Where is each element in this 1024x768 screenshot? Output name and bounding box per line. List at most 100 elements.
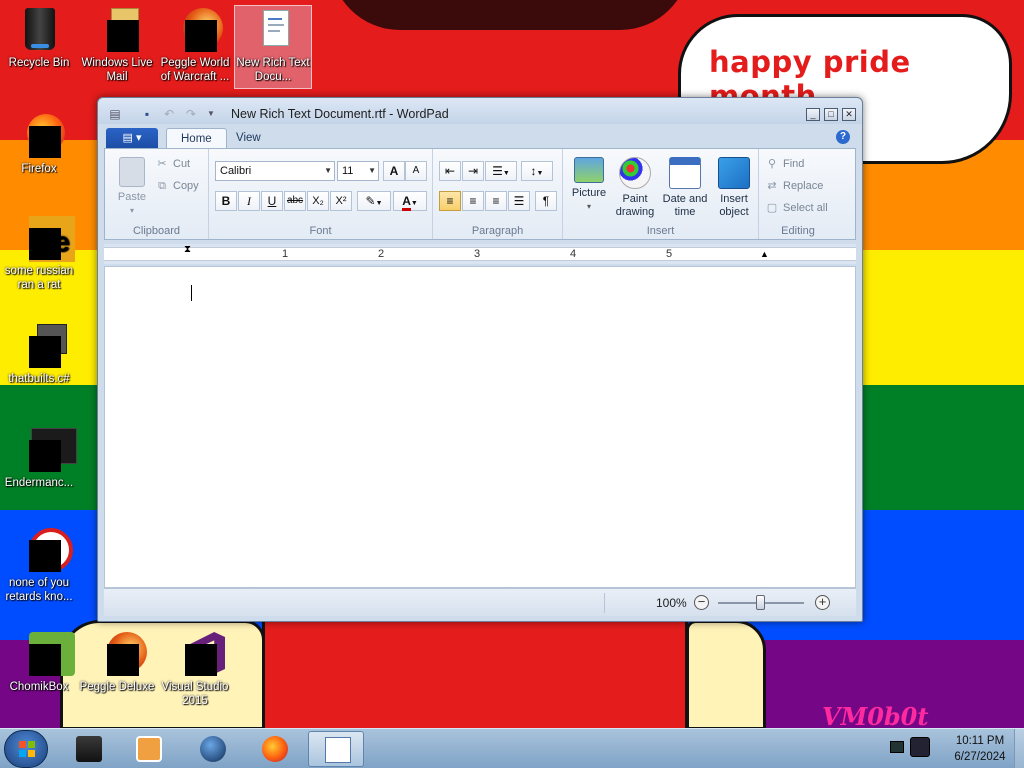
desktop-icon-chomikbox[interactable]: ChomikBox	[0, 630, 78, 694]
paragraph-settings-button[interactable]: ¶	[535, 191, 557, 211]
desktop-icon-label: Endermanc...	[4, 477, 74, 489]
wordpad-app-icon[interactable]: ▤	[108, 107, 122, 121]
font-family-select[interactable]: Calibri ▼	[215, 161, 335, 181]
cut-button[interactable]: ✂ Cut	[155, 155, 190, 173]
replace-button[interactable]: ⇄ Replace	[765, 177, 823, 195]
desktop-icon-firefox[interactable]: Firefox	[0, 112, 78, 176]
desktop-icon-label: thatbuilts.c#	[8, 373, 70, 385]
help-icon[interactable]: ?	[836, 130, 850, 144]
paint-drawing-label-line1: Paint	[622, 193, 648, 205]
highlight-color-button[interactable]: ✎▼	[357, 191, 391, 211]
file-menu-button[interactable]: ▤ ▾	[106, 128, 158, 148]
zoom-slider-thumb[interactable]	[756, 595, 765, 610]
insert-group: Picture ▾ Paint drawing Date and time In…	[563, 149, 759, 239]
bullets-button[interactable]: ☰▼	[485, 161, 517, 181]
taskbar-explorer-button[interactable]	[60, 731, 116, 767]
taskbar-media-player-button[interactable]	[120, 731, 176, 767]
desktop-icon-new-rich-text[interactable]: New Rich Text Docu...	[234, 5, 312, 89]
align-left-button[interactable]: ≡	[439, 191, 461, 211]
paste-button[interactable]: Paste ▾	[113, 157, 151, 217]
maximize-button[interactable]: □	[824, 108, 838, 121]
justify-button[interactable]: ☰	[508, 191, 530, 211]
italic-button[interactable]: I	[238, 191, 260, 211]
desktop-icon-label: New Rich Text Docu...	[236, 57, 310, 83]
line-spacing-button[interactable]: ↕▼	[521, 161, 553, 181]
save-icon[interactable]: ▪	[140, 107, 154, 121]
title-bar[interactable]: ▤ ▪ ↶ ↷ ▼ New Rich Text Document.rtf - W…	[98, 98, 862, 124]
zoom-out-button[interactable]: −	[694, 595, 709, 610]
picture-label: Picture	[571, 187, 607, 199]
select-all-label: Select all	[783, 202, 828, 214]
desktop-icon-recycle-bin[interactable]: Recycle Bin	[0, 6, 78, 70]
customize-toolbar-icon[interactable]: ▼	[204, 107, 218, 121]
desktop-icon-windows-live-mail[interactable]: Windows Live Mail	[78, 6, 156, 84]
taskbar-firefox-button[interactable]	[246, 731, 302, 767]
desktop-icon-thatbuilts[interactable]: thatbuilts.c#	[0, 322, 78, 386]
minimize-button[interactable]: _	[806, 108, 820, 121]
zoom-out-glyph: −	[697, 594, 706, 609]
status-divider	[604, 593, 605, 613]
action-center-icon[interactable]	[910, 737, 930, 757]
clock[interactable]: 10:11 PM 6/27/2024	[942, 733, 1018, 765]
clock-date: 6/27/2024	[954, 751, 1006, 763]
artist-signature: VM0b0t	[822, 702, 929, 728]
taskbar-wordpad-button[interactable]	[308, 731, 364, 767]
tab-view[interactable]: View	[222, 128, 275, 150]
find-button[interactable]: ⚲ Find	[765, 155, 804, 173]
close-button[interactable]: ✕	[842, 108, 856, 121]
increase-indent-button[interactable]: ⇥	[462, 161, 484, 181]
bold-button[interactable]: B	[215, 191, 237, 211]
indent-marker-icon[interactable]: ⧗	[184, 245, 191, 255]
copy-button[interactable]: ⧉ Copy	[155, 177, 199, 195]
ribbon: Paste ▾ ✂ Cut ⧉ Copy Clipboard Calibri ▼ 11…	[104, 148, 856, 240]
document-editor[interactable]	[104, 266, 856, 588]
right-indent-marker-icon[interactable]: ▲	[760, 249, 769, 259]
start-button[interactable]	[4, 730, 48, 768]
executable-icon: e	[15, 214, 75, 262]
paste-label: Paste	[117, 191, 147, 203]
desktop-icon-label: Firefox	[21, 163, 57, 175]
zoom-in-button[interactable]: +	[815, 595, 830, 610]
tab-home[interactable]: Home	[166, 128, 227, 150]
superscript-button[interactable]: X²	[330, 191, 352, 211]
font-family-value: Calibri	[220, 165, 252, 177]
date-time-button[interactable]: Date and time	[659, 157, 711, 219]
taskbar-globe-button[interactable]	[184, 731, 240, 767]
font-size-select[interactable]: 11 ▼	[337, 161, 379, 181]
shrink-font-glyph: A	[412, 165, 420, 176]
date-time-label-line1: Date and	[662, 193, 708, 205]
align-right-button[interactable]: ≡	[485, 191, 507, 211]
desktop-icon-some-russian[interactable]: e some russian ran a rat	[0, 214, 78, 292]
clock-time: 10:11 PM	[955, 735, 1005, 747]
editing-group: ⚲ Find ⇄ Replace ▢ Select all Editing	[759, 149, 837, 239]
align-center-button[interactable]: ≡	[462, 191, 484, 211]
shrink-font-button[interactable]: A	[405, 161, 427, 181]
desktop-icon-label: Peggle World of Warcraft ...	[160, 57, 230, 83]
desktop-icon-peggle-wow[interactable]: Peggle World of Warcraft ...	[156, 6, 234, 84]
show-desktop-button[interactable]	[1014, 729, 1024, 768]
desktop-icon-peggle-deluxe[interactable]: Peggle Deluxe	[78, 630, 156, 694]
grow-font-button[interactable]: A	[383, 161, 405, 181]
wordpad-window[interactable]: ▤ ▪ ↶ ↷ ▼ New Rich Text Document.rtf - W…	[97, 97, 863, 622]
desktop-icon-none-of-you[interactable]: none of you retards kno...	[0, 526, 78, 604]
ruler-number: 1	[282, 248, 289, 260]
subscript-button[interactable]: X₂	[307, 191, 329, 211]
strikethrough-button[interactable]: abc	[284, 191, 306, 211]
insert-object-button[interactable]: Insert object	[713, 157, 755, 219]
desktop-icon-visual-studio[interactable]: Visual Studio 2015	[156, 630, 234, 708]
redo-icon[interactable]: ↷	[184, 107, 198, 121]
desktop-icon-label: Peggle Deluxe	[79, 681, 155, 693]
paragraph-group: ⇤ ⇥ ☰▼ ↕▼ ≡ ≡ ≡ ☰ ¶ Paragraph	[433, 149, 563, 239]
select-all-button[interactable]: ▢ Select all	[765, 199, 828, 217]
network-icon[interactable]	[890, 741, 904, 753]
decrease-indent-button[interactable]: ⇤	[439, 161, 461, 181]
paint-drawing-button[interactable]: Paint drawing	[613, 157, 657, 219]
undo-icon[interactable]: ↶	[162, 107, 176, 121]
zoom-level: 100%	[656, 596, 687, 610]
desktop-icon-endermanc[interactable]: Endermanc...	[0, 426, 78, 490]
underline-button[interactable]: U	[261, 191, 283, 211]
text-color-button[interactable]: A▼	[393, 191, 427, 211]
file-icon	[15, 322, 67, 370]
picture-button[interactable]: Picture ▾	[567, 157, 611, 213]
ruler[interactable]: 1 2 3 4 5 ⧗ ▲	[104, 244, 856, 264]
